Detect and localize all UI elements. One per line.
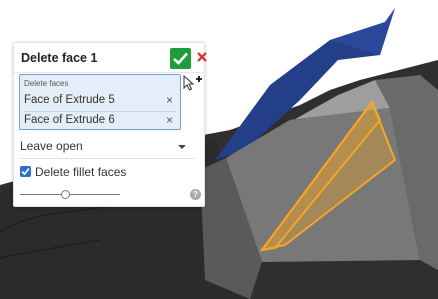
remove-face-icon[interactable]: × [166, 113, 173, 127]
face-name: Face of Extrude 5 [24, 94, 115, 106]
selected-face-row[interactable]: Face of Extrude 6 × [24, 111, 176, 131]
checkmark-icon [173, 52, 188, 65]
delete-faces-label: Delete faces [24, 79, 69, 88]
remove-face-icon[interactable]: × [166, 93, 173, 107]
checkbox-check-icon [21, 167, 30, 176]
face-name: Face of Extrude 6 [24, 114, 115, 126]
chevron-down-icon [178, 145, 186, 149]
delete-face-dialog: Delete face 1 Delete faces Face of Extru… [13, 42, 207, 207]
mode-dropdown-value: Leave open [20, 139, 83, 153]
delete-fillet-checkbox[interactable] [20, 166, 31, 177]
question-icon[interactable]: ? [190, 189, 201, 200]
title-divider [14, 72, 204, 73]
slider-handle[interactable] [60, 190, 70, 199]
dialog-title: Delete face 1 [21, 51, 98, 65]
slider-track [20, 194, 120, 195]
close-x-icon [197, 52, 207, 62]
cancel-button[interactable] [195, 50, 209, 64]
delete-fillet-label: Delete fillet faces [35, 165, 127, 179]
tolerance-slider[interactable] [20, 189, 120, 201]
confirm-button[interactable] [170, 48, 191, 69]
mode-dropdown[interactable]: Leave open [20, 139, 188, 157]
delete-faces-selection[interactable]: Delete faces Face of Extrude 5 × Face of… [19, 74, 181, 130]
pointer-add-cursor [183, 75, 202, 91]
dropdown-divider [19, 158, 195, 159]
selected-face-row[interactable]: Face of Extrude 5 × [24, 92, 176, 110]
